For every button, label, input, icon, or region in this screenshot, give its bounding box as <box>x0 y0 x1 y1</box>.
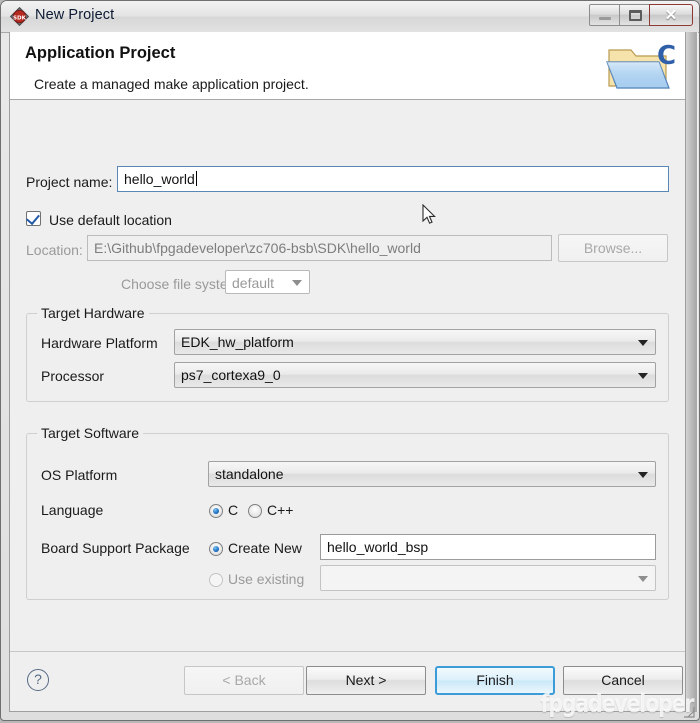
close-button[interactable]: ✕ <box>649 4 693 26</box>
vertical-scrollbar[interactable] <box>684 32 698 712</box>
processor-label: Processor <box>41 368 104 384</box>
chevron-down-icon <box>638 373 648 379</box>
location-value: E:\Github\fpgadeveloper\zc706-bsb\SDK\he… <box>94 240 421 256</box>
language-c-radio[interactable] <box>209 504 223 518</box>
bsp-create-new-value: hello_world_bsp <box>327 539 428 555</box>
wizard-header: Application Project Create a managed mak… <box>10 32 685 100</box>
file-system-combo: default <box>225 270 310 294</box>
target-software-group: Target Software OS Platform standalone L… <box>26 433 669 600</box>
target-hardware-group-title: Target Hardware <box>37 305 149 321</box>
text-caret <box>196 171 197 186</box>
hardware-platform-label: Hardware Platform <box>41 335 158 351</box>
language-c-label: C <box>228 502 238 518</box>
processor-combo[interactable]: ps7_cortexa9_0 <box>174 362 656 388</box>
help-icon[interactable]: ? <box>27 669 49 691</box>
wizard-body: Project name: hello_world Use default lo… <box>10 100 685 652</box>
page-subtitle: Create a managed make application projec… <box>34 76 309 92</box>
checkmark-icon <box>26 211 40 225</box>
os-platform-value: standalone <box>215 466 284 482</box>
bsp-create-new-input[interactable]: hello_world_bsp <box>320 534 656 560</box>
finish-button[interactable]: Finish <box>435 666 555 695</box>
new-project-dialog-window: SDK New Project ✕ Application Project Cr… <box>0 0 700 721</box>
os-platform-label: OS Platform <box>41 467 117 483</box>
cancel-button[interactable]: Cancel <box>563 666 683 695</box>
minimize-icon <box>599 17 611 20</box>
title-bar[interactable]: SDK New Project ✕ <box>1 1 699 33</box>
resize-grip[interactable] <box>683 705 695 717</box>
chevron-down-icon <box>638 340 648 346</box>
dialog-client-area: Application Project Create a managed mak… <box>9 32 686 712</box>
c-folder-icon: C <box>599 36 677 96</box>
bsp-use-existing-radio <box>209 573 223 587</box>
bsp-use-existing-combo <box>320 565 656 591</box>
target-software-group-title: Target Software <box>37 425 143 441</box>
back-button: < Back <box>184 666 304 695</box>
language-cpp-radio[interactable] <box>248 504 262 518</box>
close-icon: ✕ <box>650 6 692 24</box>
bsp-create-new-label: Create New <box>228 540 302 556</box>
mouse-cursor <box>422 204 436 225</box>
use-default-location-label: Use default location <box>49 212 172 228</box>
location-label: Location: <box>26 242 83 258</box>
project-name-label: Project name: <box>26 174 112 190</box>
minimize-button[interactable] <box>589 4 620 26</box>
hardware-platform-value: EDK_hw_platform <box>181 334 294 350</box>
bsp-create-new-radio[interactable] <box>209 542 223 556</box>
dialog-button-bar: ? < Back Next > Finish Cancel <box>10 651 685 711</box>
window-controls: ✕ <box>590 4 693 27</box>
chevron-down-icon <box>638 472 648 478</box>
chevron-down-icon <box>292 280 302 286</box>
maximize-icon <box>629 10 642 21</box>
window-title: New Project <box>35 7 114 23</box>
processor-value: ps7_cortexa9_0 <box>181 367 281 383</box>
bsp-use-existing-label: Use existing <box>228 571 304 587</box>
sdk-diamond-icon: SDK <box>10 7 29 26</box>
maximize-button[interactable] <box>619 4 650 26</box>
project-name-value: hello_world <box>124 171 195 187</box>
project-name-input[interactable]: hello_world <box>117 166 669 192</box>
file-system-value: default <box>232 275 274 291</box>
use-default-location-checkbox[interactable] <box>26 211 41 226</box>
next-button[interactable]: Next > <box>306 666 426 695</box>
language-cpp-label: C++ <box>267 502 293 518</box>
os-platform-combo[interactable]: standalone <box>208 461 656 487</box>
page-title: Application Project <box>25 44 175 63</box>
browse-button: Browse... <box>558 234 668 262</box>
svg-text:SDK: SDK <box>13 15 27 21</box>
location-input: E:\Github\fpgadeveloper\zc706-bsb\SDK\he… <box>87 235 552 261</box>
hardware-platform-combo[interactable]: EDK_hw_platform <box>174 329 656 355</box>
language-label: Language <box>41 502 103 518</box>
scrollbar-thumb[interactable] <box>686 32 697 712</box>
target-hardware-group: Target Hardware Hardware Platform EDK_hw… <box>26 313 669 402</box>
chevron-down-icon <box>638 576 648 582</box>
bsp-label: Board Support Package <box>41 540 190 556</box>
